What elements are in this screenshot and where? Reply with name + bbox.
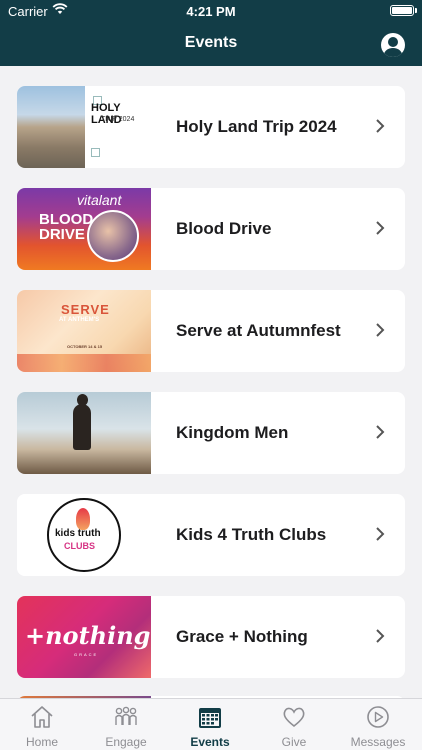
tab-label: Give bbox=[281, 735, 307, 749]
event-thumbnail: HOLY LAND TRIP 2024 bbox=[17, 86, 151, 168]
top-bar: Carrier 4:21 PM Events bbox=[0, 0, 422, 66]
events-list: HOLY LAND TRIP 2024 Holy Land Trip 2024 … bbox=[0, 66, 422, 698]
thumb-photo bbox=[87, 210, 139, 262]
tab-label: Events bbox=[190, 735, 230, 749]
battery-tip bbox=[415, 8, 417, 13]
thumb-title: BLOOD DRIVE bbox=[39, 211, 94, 243]
status-bar: Carrier 4:21 PM bbox=[0, 0, 422, 22]
city-photo bbox=[17, 86, 85, 168]
page-title: Events bbox=[184, 34, 238, 51]
thumb-line2: CLUBS bbox=[64, 541, 95, 551]
event-title: Kids 4 Truth Clubs bbox=[176, 525, 327, 544]
figure-body bbox=[73, 404, 91, 450]
event-title: Holy Land Trip 2024 bbox=[176, 117, 337, 136]
tab-bar: Home Engage Events Give Messages bbox=[0, 698, 422, 750]
event-card-holy-land[interactable]: HOLY LAND TRIP 2024 Holy Land Trip 2024 bbox=[17, 86, 405, 168]
tab-give[interactable]: Give bbox=[252, 699, 336, 750]
thumb-brand: vitalant bbox=[77, 192, 122, 208]
event-thumbnail: +nothing GRACE bbox=[17, 596, 151, 678]
thumb-line1: kids truth bbox=[55, 528, 101, 539]
event-thumbnail bbox=[17, 392, 151, 474]
event-thumbnail: vitalant BLOOD DRIVE bbox=[17, 188, 151, 270]
chevron-right-icon bbox=[376, 629, 385, 643]
chevron-right-icon bbox=[376, 323, 385, 337]
tab-home[interactable]: Home bbox=[0, 699, 84, 750]
event-title: Grace + Nothing bbox=[176, 627, 308, 646]
tab-messages[interactable]: Messages bbox=[336, 699, 420, 750]
clock: 4:21 PM bbox=[186, 4, 236, 19]
event-card-kids-4-truth[interactable]: kids truth CLUBS Kids 4 Truth Clubs bbox=[17, 494, 405, 576]
tab-engage[interactable]: Engage bbox=[84, 699, 168, 750]
battery-icon bbox=[390, 5, 414, 16]
thumb-title: SERVE bbox=[61, 302, 110, 317]
people-icon bbox=[115, 706, 137, 725]
thumb-flame bbox=[76, 508, 90, 530]
tab-label: Home bbox=[25, 735, 58, 749]
chevron-right-icon bbox=[376, 527, 385, 541]
profile-icon[interactable] bbox=[381, 33, 405, 57]
event-card-serve-autumnfest[interactable]: SERVE AT ANTHEM'S OCTOBER 14 & 15 Serve … bbox=[17, 290, 405, 372]
thumb-leaves bbox=[17, 354, 151, 372]
tab-label: Engage bbox=[105, 735, 147, 749]
home-icon bbox=[31, 706, 53, 728]
chevron-right-icon bbox=[376, 425, 385, 439]
chevron-right-icon bbox=[376, 221, 385, 235]
tab-events[interactable]: Events bbox=[168, 699, 252, 750]
event-card-grace-nothing[interactable]: +nothing GRACE Grace + Nothing bbox=[17, 596, 405, 678]
thumb-subtitle: AT ANTHEM'S bbox=[59, 317, 100, 323]
thumb-subtitle: GRACE bbox=[74, 652, 99, 657]
heart-icon bbox=[283, 707, 305, 728]
event-title: Serve at Autumnfest bbox=[176, 321, 341, 340]
event-thumbnail: kids truth CLUBS bbox=[17, 494, 151, 576]
event-card-kingdom-men[interactable]: Kingdom Men bbox=[17, 392, 405, 474]
event-thumbnail: SERVE AT ANTHEM'S OCTOBER 14 & 15 bbox=[17, 290, 151, 372]
thumb-title: +nothing bbox=[25, 621, 151, 650]
event-title: Kingdom Men bbox=[176, 423, 289, 442]
tab-label: Messages bbox=[350, 735, 406, 749]
event-card-blood-drive[interactable]: vitalant BLOOD DRIVE Blood Drive bbox=[17, 188, 405, 270]
event-title: Blood Drive bbox=[176, 219, 272, 238]
chevron-right-icon bbox=[376, 119, 385, 133]
play-icon bbox=[367, 706, 389, 728]
calendar-icon bbox=[199, 708, 221, 728]
thumb-date: OCTOBER 14 & 15 bbox=[67, 344, 103, 349]
thumb-subtitle: TRIP 2024 bbox=[101, 116, 135, 123]
